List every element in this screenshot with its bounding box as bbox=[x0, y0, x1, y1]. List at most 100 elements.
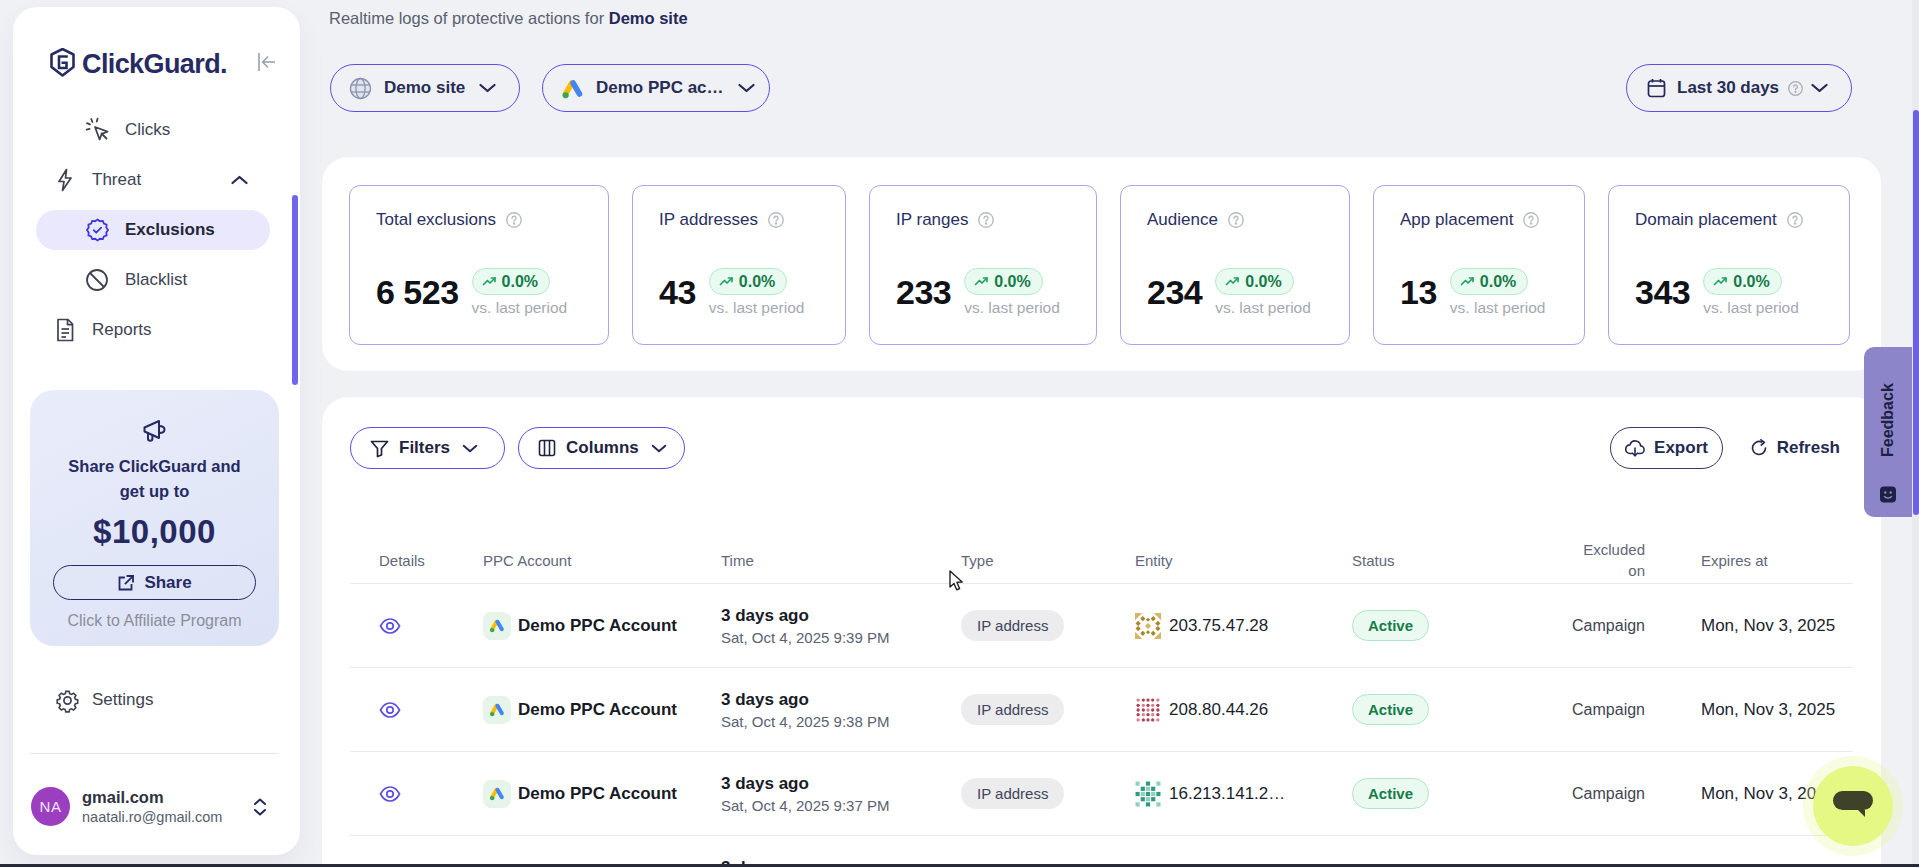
column-header-ppc-account[interactable]: PPC Account bbox=[483, 551, 721, 570]
calendar-icon bbox=[1647, 78, 1666, 98]
sidebar-item-blacklist[interactable]: Blacklist bbox=[36, 260, 270, 300]
entity-value: 203.75.47.28 bbox=[1169, 616, 1268, 636]
sidebar-item-threat[interactable]: Threat bbox=[36, 160, 270, 200]
eye-icon[interactable] bbox=[379, 786, 483, 802]
entity-value: 208.80.44.26 bbox=[1169, 700, 1268, 720]
ppc-account-name: Demo PPC Account bbox=[518, 700, 677, 720]
eye-icon[interactable] bbox=[379, 618, 483, 634]
stat-delta: 0.0% bbox=[739, 273, 775, 291]
time-full: Sat, Oct 4, 2025 9:37 PM bbox=[721, 797, 961, 814]
help-circle-icon[interactable] bbox=[1523, 212, 1539, 228]
trend-up-icon bbox=[1713, 276, 1728, 287]
trend-up-icon bbox=[482, 276, 497, 287]
ppc-account-selector[interactable]: Demo PPC ac… bbox=[542, 64, 770, 112]
exclusions-table-card: Filters Columns bbox=[322, 397, 1881, 867]
column-header-entity[interactable]: Entity bbox=[1135, 551, 1352, 570]
stat-label: Total exclusions bbox=[376, 210, 496, 230]
chat-launcher-button[interactable] bbox=[1813, 766, 1893, 846]
sidebar-item-reports[interactable]: Reports bbox=[36, 310, 270, 350]
chevron-down-icon bbox=[479, 83, 496, 93]
help-circle-icon[interactable] bbox=[1787, 212, 1803, 228]
time-full: Sat, Oct 4, 2025 9:39 PM bbox=[721, 629, 961, 646]
sidebar-item-label: Exclusions bbox=[125, 220, 215, 240]
date-range-selector[interactable]: Last 30 days bbox=[1626, 64, 1852, 112]
sidebar-nav: Clicks Threat Exclusions bbox=[36, 110, 270, 360]
identicon bbox=[1135, 613, 1161, 639]
trend-up-icon bbox=[719, 276, 734, 287]
columns-icon bbox=[538, 439, 556, 457]
stat-delta: 0.0% bbox=[1480, 273, 1516, 291]
help-circle-icon[interactable] bbox=[768, 212, 784, 228]
export-button-label: Export bbox=[1654, 438, 1708, 458]
stat-caption: vs. last period bbox=[964, 299, 1060, 317]
column-header-details[interactable]: Details bbox=[350, 551, 483, 570]
ppc-account-selector-value: Demo PPC ac… bbox=[596, 78, 724, 98]
column-header-status[interactable]: Status bbox=[1352, 551, 1570, 570]
table-row[interactable]: Demo PPC Account 3 days ago Sat, Oct 4, … bbox=[350, 667, 1853, 751]
affiliate-link[interactable]: Click to Affiliate Program bbox=[30, 612, 279, 630]
column-header-time[interactable]: Time bbox=[721, 551, 961, 570]
share-button-label: Share bbox=[144, 573, 191, 593]
google-ads-icon bbox=[483, 612, 511, 640]
sidebar-scrollbar[interactable] bbox=[292, 195, 298, 385]
column-header-excluded-on[interactable]: Excluded on bbox=[1570, 539, 1645, 581]
help-circle-icon[interactable] bbox=[506, 212, 522, 228]
google-ads-icon bbox=[483, 780, 511, 808]
status-badge: Active bbox=[1352, 694, 1429, 725]
site-selector[interactable]: Demo site bbox=[330, 64, 520, 112]
share-button[interactable]: Share bbox=[53, 565, 256, 600]
trend-up-icon bbox=[974, 276, 989, 287]
sidebar-item-clicks[interactable]: Clicks bbox=[36, 110, 270, 150]
stat-label: IP addresses bbox=[659, 210, 758, 230]
account-switcher[interactable]: NA gmail.com naatali.ro@gmail.com bbox=[31, 787, 280, 827]
affiliate-promo-card[interactable]: Share ClickGuard and get up to $10,000 S… bbox=[30, 390, 279, 646]
excluded-on-value: Campaign bbox=[1572, 785, 1645, 802]
table-row[interactable]: Demo PPC Account 3 days ago Sat, Oct 4, … bbox=[350, 583, 1853, 667]
stat-value: 43 bbox=[659, 273, 696, 312]
stats-band: Total exclusions 6 523 0.0% vs. last per… bbox=[322, 157, 1881, 371]
page-scrollbar-track[interactable] bbox=[1912, 0, 1919, 867]
filters-button[interactable]: Filters bbox=[350, 427, 505, 469]
feedback-label: Feedback bbox=[1879, 361, 1897, 479]
external-link-icon bbox=[117, 574, 135, 592]
eye-icon[interactable] bbox=[379, 702, 483, 718]
stat-value: 343 bbox=[1635, 273, 1690, 312]
time-full: Sat, Oct 4, 2025 9:38 PM bbox=[721, 713, 961, 730]
column-header-type[interactable]: Type bbox=[961, 551, 1135, 570]
page-scrollbar-thumb[interactable] bbox=[1913, 110, 1919, 515]
sidebar-item-label: Threat bbox=[92, 170, 141, 190]
google-ads-icon bbox=[483, 696, 511, 724]
trend-up-icon bbox=[1225, 276, 1240, 287]
feedback-tab[interactable]: Feedback bbox=[1864, 347, 1912, 517]
refresh-icon bbox=[1750, 439, 1768, 457]
sidebar-item-exclusions[interactable]: Exclusions bbox=[36, 210, 270, 250]
chevron-down-icon bbox=[462, 444, 478, 453]
chevron-down-icon bbox=[651, 444, 667, 453]
stat-label: Audience bbox=[1147, 210, 1218, 230]
stat-value: 6 523 bbox=[376, 273, 459, 312]
avatar: NA bbox=[31, 787, 70, 826]
table-row[interactable]: 3 days ago bbox=[350, 835, 1853, 867]
megaphone-icon bbox=[140, 417, 170, 446]
page-subtitle-site: Demo site bbox=[609, 9, 688, 27]
help-circle-icon[interactable] bbox=[1228, 212, 1244, 228]
refresh-button[interactable]: Refresh bbox=[1750, 427, 1840, 469]
stat-delta: 0.0% bbox=[1245, 273, 1281, 291]
sidebar: ClickGuard. Clicks Threat bbox=[13, 7, 300, 855]
ban-icon bbox=[85, 268, 109, 292]
sidebar-item-settings[interactable]: Settings bbox=[36, 680, 270, 720]
column-header-expires-at[interactable]: Expires at bbox=[1645, 551, 1853, 570]
main-content: Realtime logs of protective actions for … bbox=[322, 0, 1881, 867]
promo-amount: $10,000 bbox=[30, 513, 279, 551]
google-ads-icon bbox=[561, 78, 584, 99]
table-row[interactable]: Demo PPC Account 3 days ago Sat, Oct 4, … bbox=[350, 751, 1853, 835]
columns-button[interactable]: Columns bbox=[518, 427, 685, 469]
ppc-account-name: Demo PPC Account bbox=[518, 616, 677, 636]
sidebar-collapse-icon[interactable] bbox=[256, 52, 278, 72]
export-button[interactable]: Export bbox=[1610, 427, 1723, 469]
help-circle-icon[interactable] bbox=[978, 212, 994, 228]
exclusions-table: Details PPC Account Time Type Entity Sta… bbox=[350, 537, 1853, 867]
expires-at-value: Mon, Nov 3, 2025 bbox=[1701, 616, 1835, 635]
chevron-up-icon[interactable] bbox=[231, 175, 248, 185]
refresh-button-label: Refresh bbox=[1777, 438, 1840, 458]
